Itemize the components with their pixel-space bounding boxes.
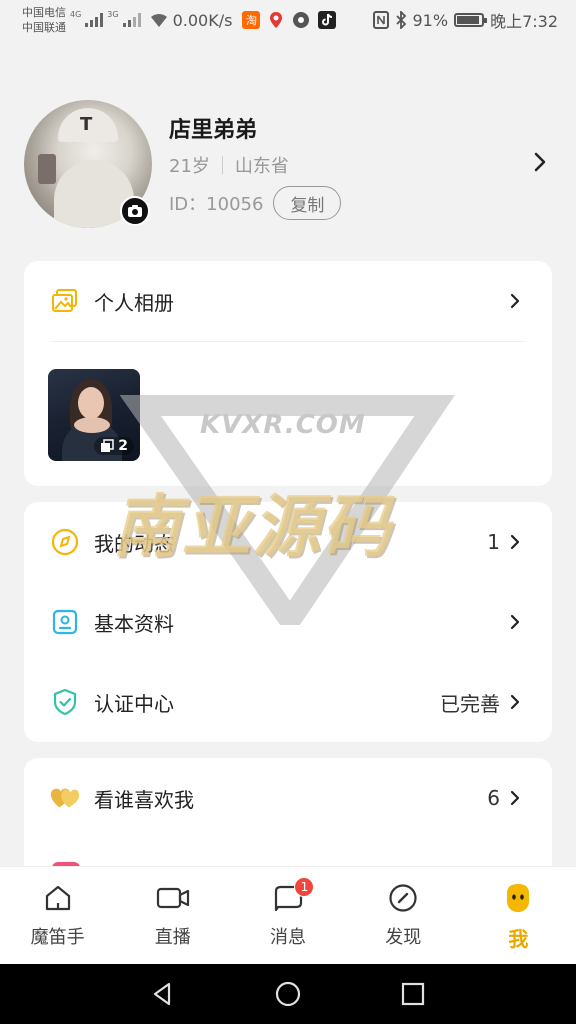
carrier-info: 中国电信 中国联通 (22, 5, 66, 35)
tab-live[interactable]: 直播 (115, 867, 230, 964)
carrier-1: 中国电信 (22, 6, 66, 19)
chevron-right-icon (510, 790, 520, 806)
discover-compass-icon (386, 881, 420, 915)
photo-album-icon (50, 286, 80, 316)
menu-value: 1 (487, 530, 500, 554)
battery-percent: 91% (412, 10, 449, 30)
album-title: 个人相册 (94, 290, 174, 315)
album-row[interactable]: 个人相册 (24, 261, 552, 341)
signal-icon (85, 13, 104, 27)
battery-icon (454, 13, 488, 27)
chevron-right-icon (510, 614, 520, 630)
tab-home[interactable]: 魔笛手 (0, 867, 115, 964)
camera-icon[interactable] (120, 196, 150, 226)
network-speed: 0.00K/s (172, 10, 233, 30)
tab-label: 消息 (270, 927, 306, 948)
menu-label: 基本资料 (94, 611, 174, 636)
tab-label: 我 (508, 927, 529, 951)
album-photo[interactable]: 2 (48, 369, 140, 461)
taobao-app-icon: 淘 (242, 11, 261, 29)
home-circle-icon[interactable] (274, 980, 302, 1008)
system-nav-bar (0, 964, 576, 1024)
carrier-2: 中国联通 (22, 21, 66, 34)
user-meta: 21岁 山东省 (169, 152, 289, 178)
tiktok-app-icon (318, 11, 337, 29)
compass-circle-icon (50, 527, 80, 557)
menu-item-basic-info[interactable]: 基本资料 (24, 582, 552, 662)
profile-card-icon (50, 607, 80, 637)
network-type-2: 3G (107, 10, 119, 19)
menu-value: 已完善 (440, 691, 500, 716)
recents-square-icon[interactable] (399, 980, 427, 1008)
tab-me[interactable]: 我 (461, 867, 576, 964)
chevron-right-icon (510, 694, 520, 710)
bottom-tab-bar: 魔笛手 直播 1 消息 发现 我 (0, 866, 576, 964)
clock: 晚上7:32 (490, 12, 558, 31)
menu-label: 看谁喜欢我 (94, 787, 194, 812)
user-id: ID：10056 (169, 194, 264, 215)
chevron-right-icon (510, 534, 520, 550)
signal-icon (122, 13, 141, 27)
unread-badge: 1 (294, 877, 315, 897)
user-age: 21岁 (169, 156, 210, 177)
photo-stack-icon (101, 439, 114, 452)
tab-discover[interactable]: 发现 (346, 867, 461, 964)
album-photo-count: 2 (94, 437, 134, 455)
shield-check-icon (50, 687, 80, 717)
bluetooth-icon (395, 11, 406, 29)
tab-label: 直播 (154, 927, 191, 948)
chevron-right-icon (510, 293, 520, 309)
user-name: 店里弟弟 (169, 118, 258, 143)
menu-label: 认证中心 (94, 691, 174, 716)
menu-card: 我的动态 1 基本资料 认证中心 已完善 (24, 502, 552, 742)
wifi-icon (150, 13, 167, 27)
network-type-1: 4G (70, 10, 82, 19)
album-card: 个人相册 2 (24, 261, 552, 486)
user-id-row: ID：10056 复制 (169, 186, 342, 220)
hearts-icon (50, 783, 80, 813)
status-bar: 中国电信 中国联通 4G 3G 0.00K/s 淘 91% 晚上7:32 (0, 0, 576, 40)
user-location: 山东省 (234, 156, 289, 177)
menu-item-who-likes-me[interactable]: 看谁喜欢我 6 (24, 758, 552, 838)
menu-item-my-posts[interactable]: 我的动态 1 (24, 502, 552, 582)
divider (50, 341, 526, 342)
tab-label: 魔笛手 (30, 927, 85, 948)
copy-id-button[interactable]: 复制 (273, 186, 342, 220)
video-camera-icon (156, 881, 190, 915)
profile-header[interactable]: T 店里弟弟 21岁 山东省 ID：10056 复制 (24, 100, 552, 230)
home-icon (41, 881, 75, 915)
location-pin-icon (270, 12, 283, 28)
album-count-value: 2 (118, 438, 128, 454)
music-app-icon (293, 12, 310, 28)
smiley-face-icon (501, 881, 535, 915)
menu-value: 6 (487, 786, 500, 810)
nfc-icon (372, 11, 389, 29)
divider (221, 156, 223, 174)
menu-item-verification[interactable]: 认证中心 已完善 (24, 662, 552, 742)
tab-messages[interactable]: 1 消息 (230, 867, 345, 964)
battery-fill (457, 16, 479, 24)
chevron-right-icon[interactable] (528, 150, 552, 174)
tab-label: 发现 (385, 927, 422, 948)
menu-label: 我的动态 (94, 531, 174, 556)
back-icon[interactable] (149, 980, 177, 1008)
